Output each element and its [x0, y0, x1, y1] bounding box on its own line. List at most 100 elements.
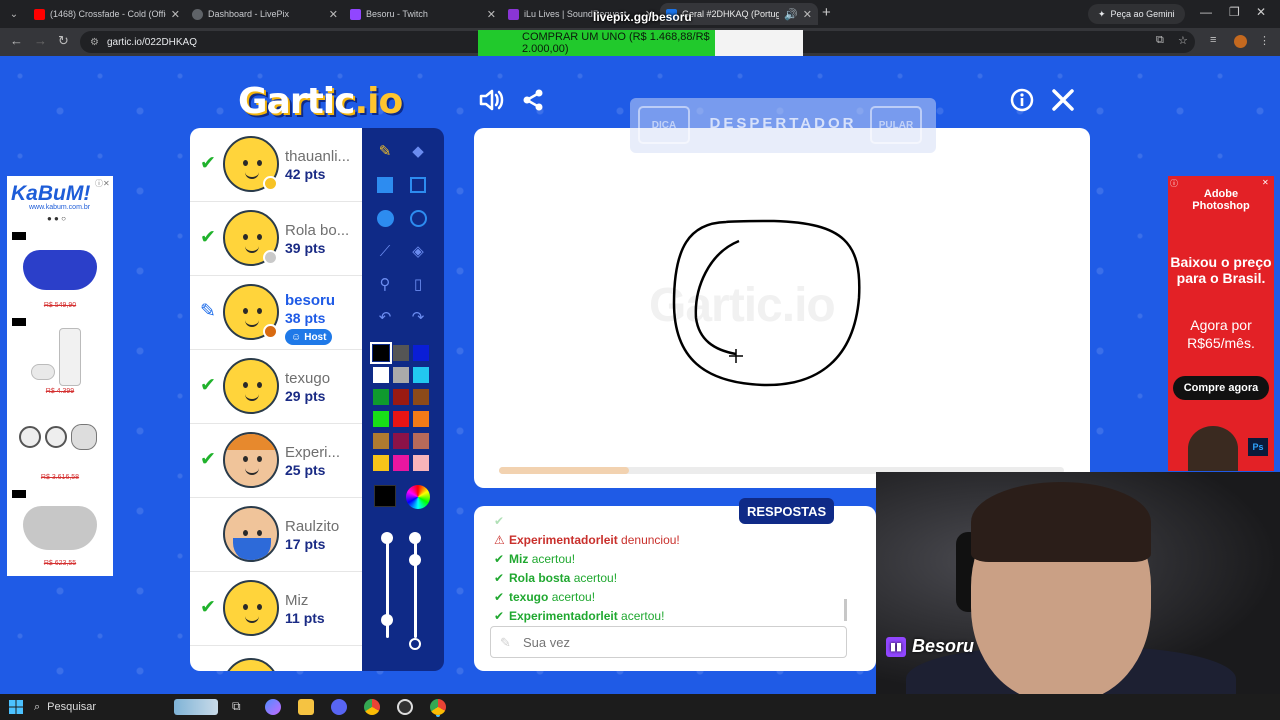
player-row[interactable]: ✔ Experi... 25 pts [190, 424, 362, 498]
share-icon[interactable] [521, 88, 545, 118]
color-swatch[interactable] [373, 389, 389, 405]
forward-icon[interactable]: → [34, 33, 47, 48]
close-tab-icon[interactable]: ✕ [803, 8, 812, 21]
close-tab-icon[interactable]: ✕ [487, 8, 496, 21]
site-info-icon[interactable]: ⚙ [90, 37, 99, 48]
back-icon[interactable]: ← [10, 33, 23, 48]
browser-tab-youtube[interactable]: (1468) Crossfade - Cold (Officia ✕ [28, 3, 186, 25]
browser-tab-twitch[interactable]: Besoru - Twitch ✕ [344, 3, 502, 25]
color-swatch[interactable] [413, 455, 429, 471]
cast-icon[interactable]: ⧉ [1156, 34, 1164, 47]
hint-button[interactable]: DICA [638, 106, 690, 144]
player-avatar [223, 432, 279, 488]
correct-check-icon: ✔ [200, 227, 216, 248]
color-swatch[interactable] [413, 389, 429, 405]
close-tab-icon[interactable]: ✕ [329, 8, 338, 21]
maximize-icon[interactable]: ❐ [1229, 5, 1240, 19]
line-tool-icon[interactable]: ⟋ [374, 240, 396, 262]
buy-now-button[interactable]: Compre agora [1173, 376, 1269, 400]
color-swatch[interactable] [413, 411, 429, 427]
undo-tool-icon[interactable]: ↶ [374, 306, 396, 328]
browser-tab-livepix[interactable]: Dashboard - LivePix ✕ [186, 3, 344, 25]
close-tab-icon[interactable]: ✕ [171, 8, 180, 21]
minimize-icon[interactable]: — [1200, 5, 1212, 19]
weather-widget-icon[interactable] [174, 699, 218, 715]
color-swatch[interactable] [413, 433, 429, 449]
color-swatch[interactable] [393, 411, 409, 427]
answers-scrollbar[interactable] [844, 599, 847, 621]
color-swatch[interactable] [393, 455, 409, 471]
answer-message: ⚠ Experimentadorleit denunciou! [494, 533, 680, 547]
discord-icon[interactable] [331, 699, 347, 715]
player-points: 39 pts [285, 240, 326, 256]
profile-avatar[interactable] [1234, 35, 1247, 48]
opacity-slider-track[interactable] [414, 538, 417, 638]
tab-search-icon[interactable]: ⌄ [6, 6, 22, 22]
kabum-ad[interactable]: KaBuM! www.kabum.com.br ⓘ✕ ● ● ○ R$ 549,… [7, 176, 113, 576]
opacity-slider-knob[interactable] [409, 532, 421, 544]
windows-start-icon[interactable] [8, 699, 24, 715]
color-wheel-icon[interactable] [406, 485, 430, 509]
chrome-icon[interactable] [364, 699, 380, 715]
ad-close-icon[interactable]: ✕ [1262, 178, 1269, 187]
color-swatch[interactable] [393, 389, 409, 405]
player-name: Raulzito [285, 518, 340, 535]
color-swatch[interactable] [393, 367, 409, 383]
circle-tool-icon[interactable] [407, 207, 429, 229]
skip-button[interactable]: PULAR [870, 106, 922, 144]
carousel-dots[interactable]: ● ● ○ [47, 214, 66, 223]
brush-size-slider-knob[interactable] [381, 614, 393, 626]
adobe-ad[interactable]: ⓘ ✕ Adobe Photoshop Baixou o preço para o… [1168, 176, 1274, 471]
warning-icon: ⚠ [494, 533, 505, 547]
gemini-button[interactable]: ✦ Peça ao Gemini [1088, 4, 1185, 24]
player-row[interactable]: ✔ Miz 11 pts [190, 572, 362, 646]
eraser-tool-icon[interactable]: ◆ [407, 140, 429, 162]
drawing-canvas[interactable]: Gartic.io [474, 128, 1090, 488]
rect-tool-icon[interactable] [407, 174, 429, 196]
pencil-tool-icon[interactable]: ✎ [374, 140, 396, 162]
media-icon[interactable]: ≡ [1210, 34, 1216, 46]
color-swatch[interactable] [413, 367, 429, 383]
more-menu-icon[interactable]: ⋮ [1259, 34, 1270, 47]
close-window-icon[interactable]: ✕ [1256, 5, 1266, 19]
new-tab-button[interactable]: + [822, 4, 831, 21]
player-row[interactable]: ✔ thauanli... 42 pts [190, 128, 362, 202]
color-swatch[interactable] [373, 433, 389, 449]
info-icon[interactable] [1010, 88, 1034, 118]
taskbar-search[interactable]: ⌕ Pesquisar [34, 697, 184, 717]
obs-icon[interactable] [397, 699, 413, 715]
close-icon[interactable] [1051, 88, 1075, 118]
color-swatch[interactable] [373, 367, 389, 383]
player-row[interactable]: ✔ Rola bo... 39 pts [190, 202, 362, 276]
filled-rect-tool-icon[interactable] [374, 174, 396, 196]
sound-icon[interactable] [478, 88, 504, 118]
color-swatch[interactable] [393, 345, 409, 361]
player-row[interactable] [190, 646, 362, 671]
eyedropper-tool-icon[interactable]: ⚲ [374, 273, 396, 295]
color-swatch[interactable] [413, 345, 429, 361]
filled-circle-tool-icon[interactable] [374, 207, 396, 229]
redo-tool-icon[interactable]: ↷ [407, 306, 429, 328]
copilot-icon[interactable] [265, 699, 281, 715]
ad-close-icon[interactable]: ⓘ✕ [95, 178, 110, 189]
player-row-self[interactable]: ✎ besoru 38 pts ☺ Host [190, 276, 362, 350]
opacity-slider-knob[interactable] [409, 554, 421, 566]
current-color-swatch[interactable] [374, 485, 396, 507]
page-tool-icon[interactable]: ▯ [407, 273, 429, 295]
chrome-active-icon[interactable] [430, 699, 446, 715]
opacity-slider-knob[interactable] [409, 638, 421, 650]
reload-icon[interactable]: ↻ [58, 33, 69, 49]
color-swatch-black[interactable] [370, 342, 392, 364]
file-explorer-icon[interactable] [298, 699, 314, 715]
player-row[interactable]: ✔ texugo 29 pts [190, 350, 362, 424]
color-swatch[interactable] [373, 411, 389, 427]
fill-tool-icon[interactable]: ◈ [407, 240, 429, 262]
speaker-icon[interactable]: 🔊 [784, 8, 798, 21]
brush-size-slider-knob[interactable] [381, 532, 393, 544]
player-row[interactable]: Raulzito 17 pts [190, 498, 362, 572]
answer-input[interactable] [490, 626, 847, 658]
color-swatch[interactable] [373, 455, 389, 471]
task-view-icon[interactable]: ⧉ [232, 699, 248, 715]
bookmark-star-icon[interactable]: ☆ [1178, 34, 1188, 47]
color-swatch[interactable] [393, 433, 409, 449]
